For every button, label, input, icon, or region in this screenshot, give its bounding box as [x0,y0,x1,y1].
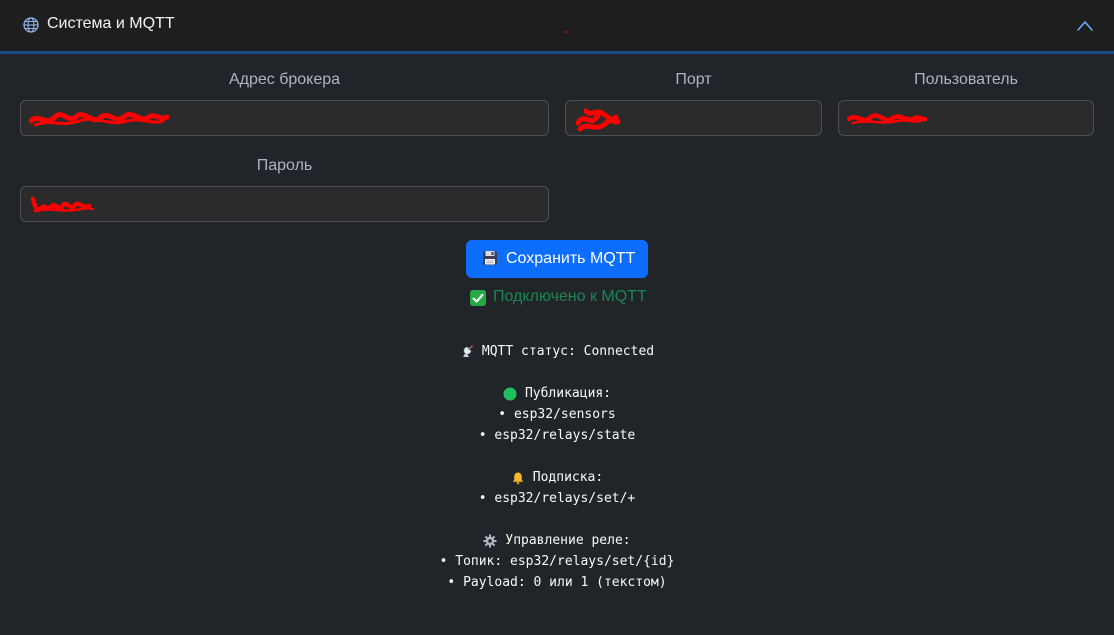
password-label: Пароль [256,157,313,174]
section-title: Система и MQTT [47,15,175,32]
control-item: • Payload: 0 или 1 (текстом) [447,575,667,590]
globe-icon [23,17,39,33]
connection-status-text: Подключено к MQTT [493,288,647,305]
user-field[interactable] [838,100,1094,136]
broker-input[interactable] [21,101,548,135]
control-heading: Управление реле: [0,531,1114,551]
password-field[interactable] [20,186,549,222]
control-item: • Топик: esp32/relays/set/{id} [439,554,675,569]
artifact-dot [565,31,567,33]
broker-label: Адрес брокера [228,71,341,88]
green-circle-icon [503,387,517,400]
publish-topic-item: • esp32/sensors [498,407,616,422]
check-box-icon [470,290,486,306]
user-label: Пользователь [914,71,1018,88]
mqtt-status-text: MQTT статус: Connected [481,344,655,359]
password-input[interactable] [21,187,548,221]
user-input[interactable] [839,101,1093,135]
publish-heading-text: Публикация: [524,386,612,401]
chevron-up-icon[interactable] [1076,17,1094,35]
control-heading-text: Управление реле: [505,533,631,548]
mqtt-status-line: MQTT статус: Connected [0,342,1114,362]
save-mqtt-button[interactable]: Сохранить MQTT [466,240,648,278]
accordion-header[interactable]: Система и MQTT [0,0,1114,54]
subscribe-topic-item: • esp32/relays/set/+ [478,491,636,506]
port-field[interactable] [565,100,822,136]
subscribe-heading-text: Подписка: [532,470,604,485]
bell-icon [512,472,523,484]
floppy-disk-icon [483,251,497,265]
save-button-label: Сохранить MQTT [506,250,636,267]
publish-heading: Публикация: [0,384,1114,404]
port-label: Порт [675,71,712,88]
publish-topic-item: • esp32/relays/state [478,428,636,443]
gear-icon [483,533,497,548]
satellite-antenna-icon [462,345,473,357]
broker-field[interactable] [20,100,549,136]
port-input[interactable] [566,101,821,135]
subscribe-heading: Подписка: [0,468,1114,488]
